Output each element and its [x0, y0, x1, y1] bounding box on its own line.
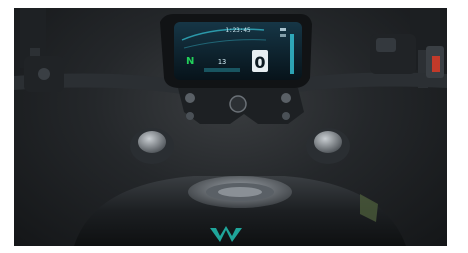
speed-readout: 13: [218, 58, 226, 66]
brand-emblem: [229, 95, 247, 113]
clock-readout: 1:23:45: [225, 27, 251, 34]
fuel-tank: [74, 176, 406, 246]
rpm-bar: [290, 34, 294, 74]
top-clamp: [178, 88, 304, 124]
image-frame: 1:23:45 N 13 0: [0, 0, 468, 253]
instrument-cluster: 1:23:45 N 13 0: [160, 14, 312, 88]
motorcycle-photo: 1:23:45 N 13 0: [14, 8, 447, 246]
left-switchgear: [24, 56, 64, 92]
gear-display: 0: [254, 53, 265, 72]
left-fork-cap: [130, 128, 174, 164]
neutral-indicator: N: [186, 56, 194, 67]
right-fork-cap: [306, 128, 350, 164]
motorcycle-scene: 1:23:45 N 13 0: [14, 8, 447, 246]
